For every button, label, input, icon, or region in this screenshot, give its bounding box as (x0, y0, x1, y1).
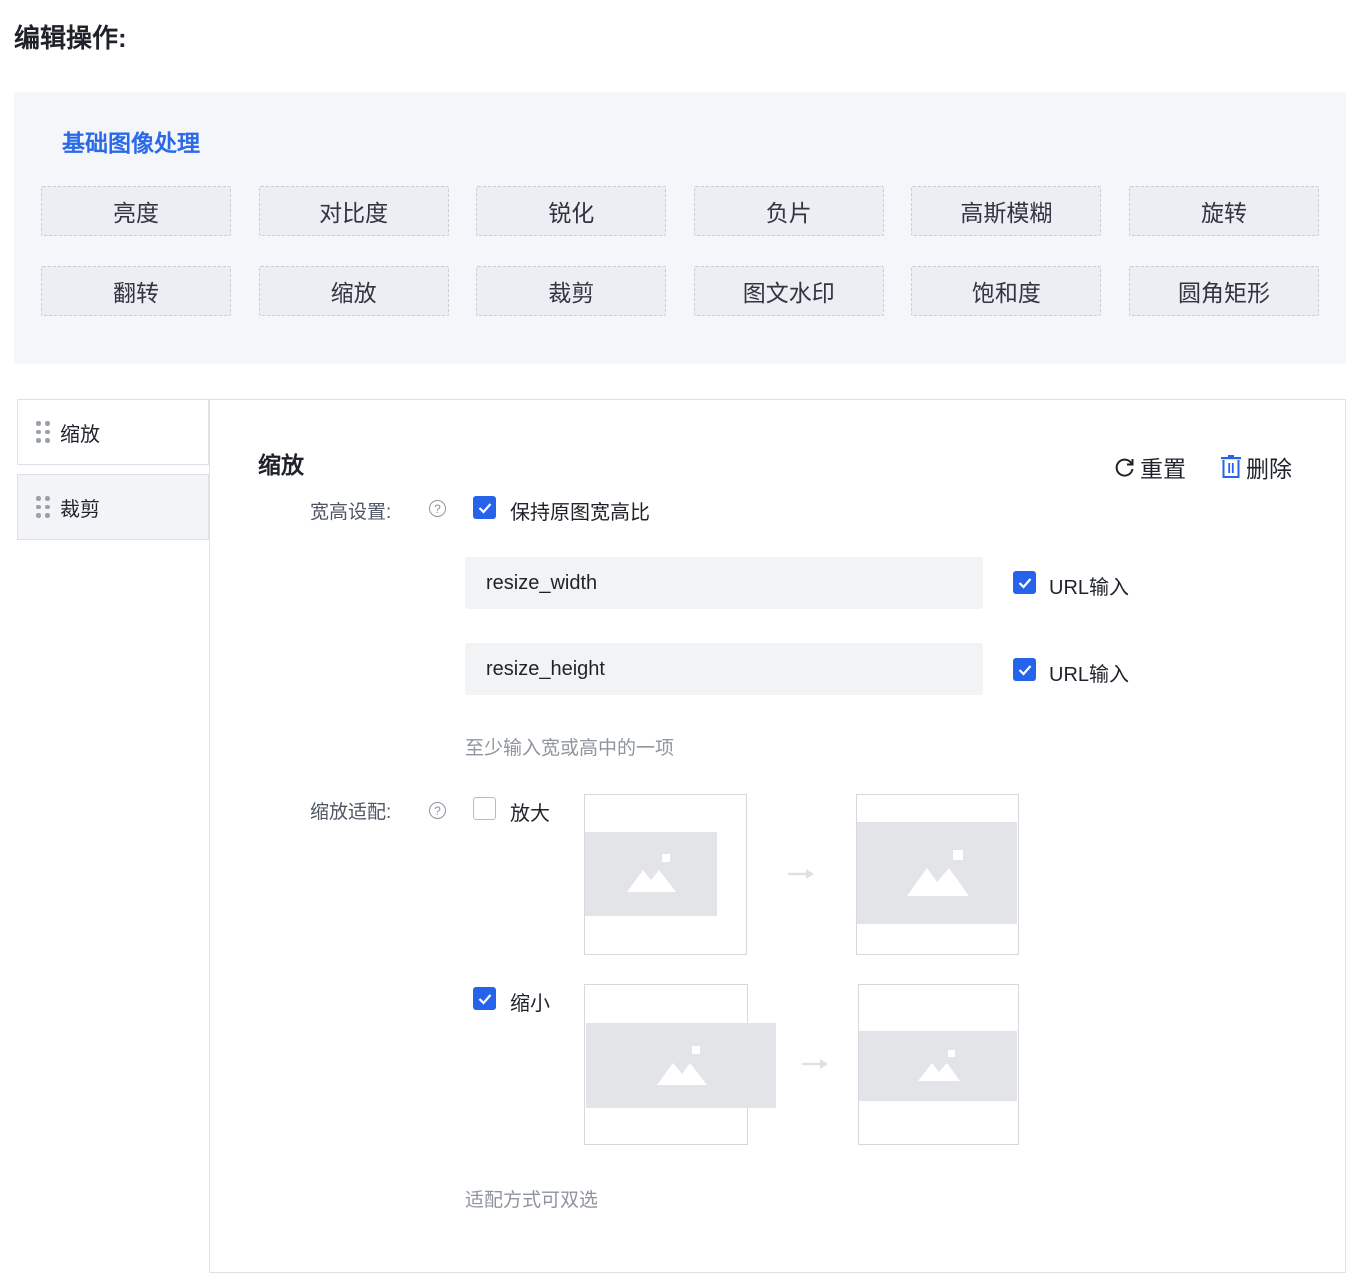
op-button-contrast[interactable]: 对比度 (258, 186, 449, 236)
op-button-crop[interactable]: 裁剪 (476, 266, 667, 316)
check-icon (1018, 664, 1031, 676)
height-url-checkbox[interactable] (1013, 658, 1036, 681)
keep-ratio-label: 保持原图宽高比 (510, 502, 650, 524)
delete-label: 删除 (1246, 456, 1292, 482)
detail-title: 缩放 (258, 452, 304, 478)
delete-button[interactable]: 删除 (1220, 450, 1292, 484)
shrink-label: 缩小 (510, 993, 550, 1015)
check-icon (478, 502, 491, 514)
operations-panel: 基础图像处理 亮度 对比度 锐化 负片 高斯模糊 旋转 翻转 缩放 裁剪 图文水… (14, 92, 1346, 364)
trash-icon (1221, 455, 1241, 478)
detail-panel: 缩放 重置 删除 宽高设置: ? 保持原图宽高比 resize_width UR… (209, 399, 1346, 1273)
check-icon (1018, 577, 1031, 589)
image-placeholder-icon (859, 1031, 1017, 1101)
sidebar-item-resize[interactable]: 缩放 (17, 399, 209, 465)
enlarge-label: 放大 (510, 803, 550, 825)
help-icon[interactable]: ? (429, 802, 446, 819)
op-button-flip[interactable]: 翻转 (41, 266, 231, 316)
drag-handle-icon[interactable] (36, 421, 50, 443)
reset-label: 重置 (1140, 456, 1186, 482)
op-button-sharpen[interactable]: 锐化 (476, 186, 667, 236)
shrink-checkbox[interactable] (473, 987, 496, 1010)
image-placeholder-icon (857, 822, 1017, 924)
enlarge-before-frame (584, 794, 747, 955)
sidebar-item-label: 缩放 (60, 423, 100, 446)
page-title: 编辑操作: (14, 23, 127, 53)
op-button-gaussian-blur[interactable]: 高斯模糊 (911, 186, 1102, 236)
image-placeholder-icon (585, 832, 717, 916)
op-button-rounded-rect[interactable]: 圆角矩形 (1128, 266, 1319, 316)
size-hint: 至少输入宽或高中的一项 (465, 738, 675, 759)
resize-width-input[interactable]: resize_width (465, 557, 983, 609)
image-placeholder-icon (586, 1023, 776, 1108)
enlarge-after-frame (856, 794, 1019, 955)
drag-handle-icon[interactable] (36, 496, 50, 518)
op-button-resize[interactable]: 缩放 (258, 266, 449, 316)
fit-mode-label: 缩放适配: (310, 802, 392, 823)
arrow-right-icon (802, 1059, 828, 1069)
size-setting-label: 宽高设置: (310, 502, 392, 523)
arrow-right-icon (788, 869, 814, 879)
sidebar-item-label: 裁剪 (60, 498, 100, 521)
op-button-saturation[interactable]: 饱和度 (911, 266, 1102, 316)
check-icon (478, 993, 491, 1005)
refresh-icon (1115, 458, 1134, 477)
width-url-label: URL输入 (1049, 577, 1130, 599)
enlarge-checkbox[interactable] (473, 797, 496, 820)
help-icon[interactable]: ? (429, 500, 446, 517)
height-url-label: URL输入 (1049, 664, 1130, 686)
reset-button[interactable]: 重置 (1114, 450, 1186, 484)
fit-hint: 适配方式可双选 (465, 1190, 599, 1211)
op-button-negative[interactable]: 负片 (693, 186, 884, 236)
shrink-after-frame (858, 984, 1019, 1145)
resize-height-input[interactable]: resize_height (465, 643, 983, 695)
op-button-rotate[interactable]: 旋转 (1128, 186, 1319, 236)
op-button-brightness[interactable]: 亮度 (41, 186, 231, 236)
operations-grid: 亮度 对比度 锐化 负片 高斯模糊 旋转 翻转 缩放 裁剪 图文水印 饱和度 圆… (41, 186, 1319, 316)
sidebar-item-crop[interactable]: 裁剪 (17, 474, 209, 540)
op-button-watermark[interactable]: 图文水印 (693, 266, 884, 316)
width-url-checkbox[interactable] (1013, 571, 1036, 594)
keep-ratio-checkbox[interactable] (473, 496, 496, 519)
group-title: 基础图像处理 (62, 130, 200, 156)
